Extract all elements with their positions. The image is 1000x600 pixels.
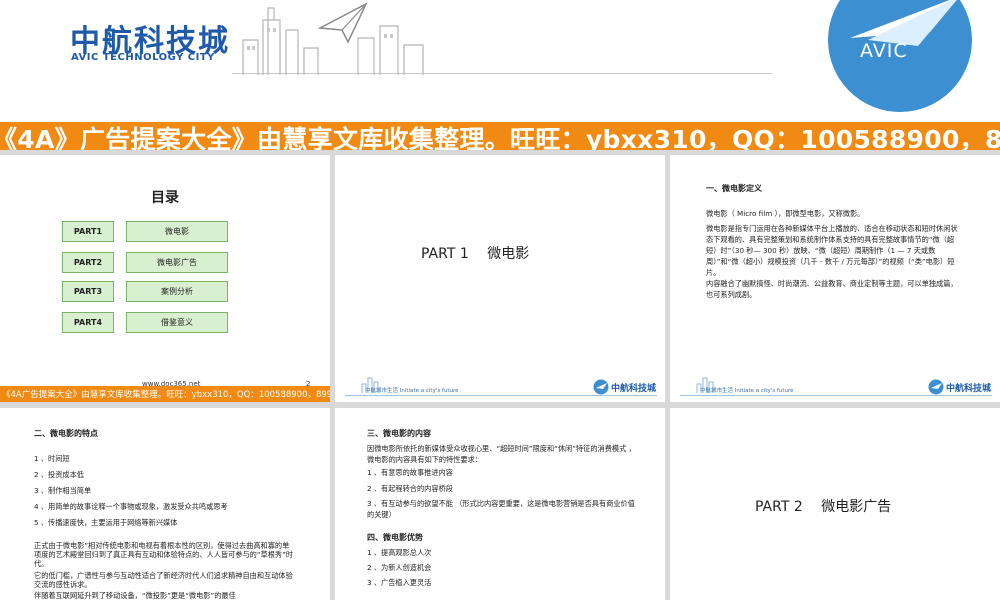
slide-table-of-contents[interactable]: 目录 PART1 微电影 PART2 微电影广告 PART3 案例分析 PART… [0,155,330,402]
section-heading: 二、微电影的特点 [34,429,98,438]
brand-name-en: AVIC TECHNOLOGY CITY [71,52,215,63]
list-item: 5 、传播速度快，主要运用于网络等新兴媒体 [34,518,178,527]
toc-part-label: PART1 [62,221,114,242]
toc-item[interactable]: PART3 案例分析 [62,281,232,303]
paragraph: 内容融合了幽默搞怪、时尚潮流、公益教育、商业定制等主题，可以单独成篇，也可系列成… [706,279,958,299]
footer-divider [680,395,992,396]
toc-part-label: PART4 [62,312,114,333]
toc-title: 目录 [151,190,179,206]
footer-brand: 中航科技城 [946,384,992,394]
toc-part-name: 案例分析 [126,281,228,302]
list-item: 3 、制作相当简单 [34,486,92,495]
section-heading: 四、微电影优势 [367,533,423,542]
slide-part2-title[interactable]: PART 2 微电影广告 [670,408,1000,600]
paper-plane-icon [318,2,368,44]
list-item: 2 、投资成本低 [34,470,84,479]
toc-part-name: 微电影广告 [126,252,228,273]
toc-part-label: PART3 [62,281,114,302]
slide-features[interactable]: 二、微电影的特点 1 、时间短 2 、投资成本低 3 、制作相当简单 4 、用简… [0,408,330,600]
paragraph: 因微电影所依托的新媒体受众收视心里、“超短时间”限度和“休闲”特征的消费模式 ，… [367,444,636,464]
list-item: 1 、时间短 [34,454,70,463]
slide-banner-text: 《4A广告提案大全》由慧享文库收集整理。旺旺：ybxx310，QQ：100588… [2,390,330,400]
toc-part-label: PART2 [62,252,114,273]
paragraph: 正式由于微电影”相对传统电影和电视有着根本性的区别，使得过去曲高和寡的单项度的艺… [34,541,294,568]
toc-item[interactable]: PART2 微电影广告 [62,252,232,274]
part-title: PART 2 微电影广告 [755,499,892,515]
part-title: PART 1 微电影 [421,246,530,262]
toc-item[interactable]: PART4 借鉴意义 [62,312,232,334]
footer-divider [345,395,657,396]
slide-content[interactable]: 三、微电影的内容 因微电影所依托的新媒体受众收视心里、“超短时间”限度和“休闲”… [335,408,665,600]
footer-brand: 中航科技城 [611,384,657,394]
slide-definition[interactable]: 一、微电影定义 微电影（ Micro film ），即微型电影，又称微影。 微电… [670,155,1000,402]
toc-part-name: 微电影 [126,221,228,242]
toc-part-name: 借鉴意义 [126,312,228,333]
footer-tagline: 中航城市生活 Initiate a city's future [700,388,794,394]
paragraph: 它的低门槛，广谱性与参与互动性适合了新经济时代人们追求精神自由和互动体验交流的感… [34,571,293,589]
section-heading: 三、微电影的内容 [367,429,431,438]
list-item: 1 、提高观影总人次 [367,548,432,557]
slide-footer: 中航城市生活 Initiate a city's future 中航科技城 [670,372,1000,402]
avic-small-logo-icon [593,379,609,395]
slide-watermark-banner: 《4A广告提案大全》由慧享文库收集整理。旺旺：ybxx310，QQ：100588… [0,386,330,402]
list-item: 4 、用简单的故事诠释一个事物或现象，激发受众共鸣或思考 [34,502,228,511]
list-item: 2 、为新人创造机会 [367,563,432,572]
paragraph: 伴随着互联网延升到了移动设备，“微投影”更是“微电影”的最佳 [34,591,236,600]
toc-item[interactable]: PART1 微电影 [62,221,232,243]
page-header: 中航科技城 AVIC TECHNOLOGY CITY AVIC [0,0,1000,122]
avic-small-logo-icon [928,379,944,395]
paragraph: 微电影是指专门运用在各种新媒体平台上播放的、适合在移动状态和短时休闲状态下观看的… [706,224,958,277]
avic-logo-text: AVIC [860,40,908,62]
section-heading: 一、微电影定义 [706,184,762,193]
list-item: 1 、有意思的故事推进内容 [367,468,453,477]
slide-footer: 中航城市生活 Initiate a city's future 中航科技城 [335,372,665,402]
list-item: 3 、有互动参与的欲望不能 （形式比内容更重要，这是微电影营销是否具有商业价值的… [367,499,635,519]
banner-text: 《4A》广告提案大全》由慧享文库收集整理。旺旺：ybxx310，QQ：10058… [0,125,1000,150]
list-item: 3 、广告植入更灵活 [367,578,432,587]
paragraph: 微电影（ Micro film ），即微型电影，又称微影。 [706,209,865,218]
list-item: 2 、有起程转合的内容桥段 [367,484,453,493]
watermark-banner: 《4A》广告提案大全》由慧享文库收集整理。旺旺：ybxx310，QQ：10058… [0,122,1000,150]
footer-tagline: 中航城市生活 Initiate a city's future [365,388,459,394]
slide-part1-title[interactable]: PART 1 微电影 中航城市生活 Initiate a city's futu… [335,155,665,402]
